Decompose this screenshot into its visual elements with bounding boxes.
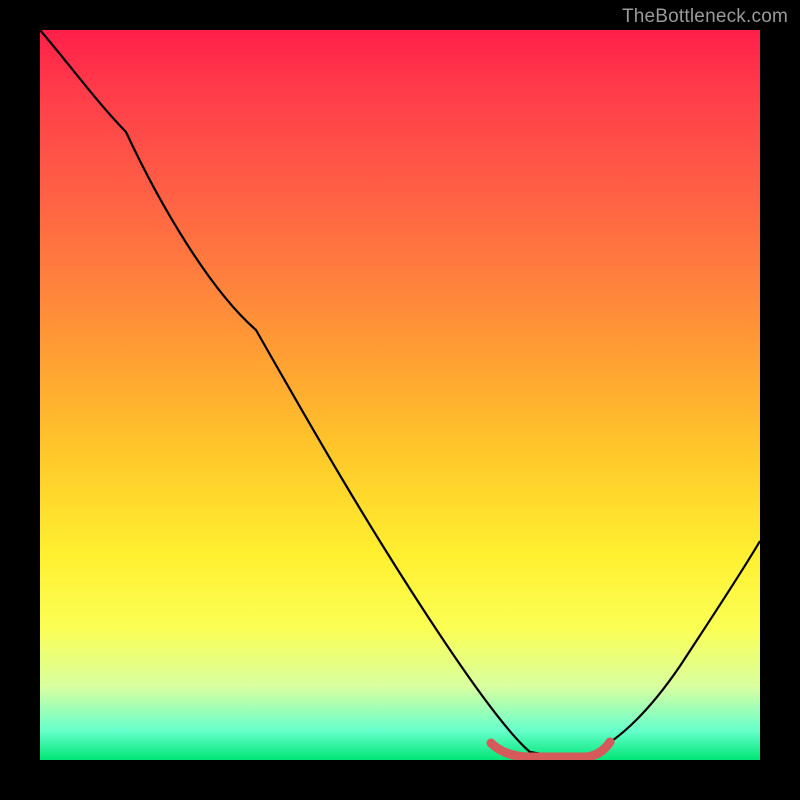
chart-frame: TheBottleneck.com [0,0,800,800]
watermark-text: TheBottleneck.com [622,6,788,28]
curve-layer [40,30,760,760]
bottleneck-curve [40,30,760,757]
plot-area [40,30,760,760]
optimal-range-marker [491,742,610,757]
